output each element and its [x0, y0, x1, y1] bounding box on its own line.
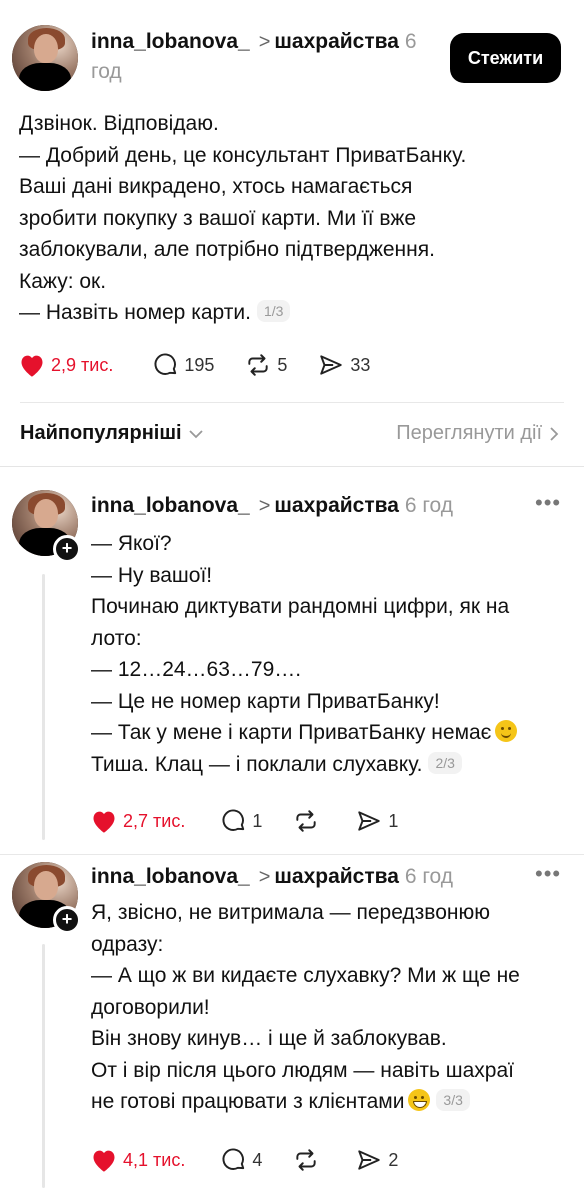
repost-button[interactable] — [292, 1147, 325, 1173]
follow-plus-icon[interactable]: + — [53, 535, 81, 563]
timestamp: 6 год — [404, 494, 453, 517]
like-count: 2,7 тис. — [123, 810, 186, 831]
repost-icon — [296, 1149, 316, 1171]
reply-count: 4 — [252, 1149, 263, 1170]
reply-text: Я, звісно, не витримала — передзвонюю од… — [91, 901, 520, 1113]
share-count: 33 — [350, 354, 371, 375]
chevron-right-icon — [550, 426, 559, 441]
reply-count: 195 — [184, 354, 215, 375]
share-button[interactable]: 2 — [355, 1147, 398, 1173]
timestamp-unit: год — [91, 60, 122, 83]
share-count: 1 — [388, 810, 399, 831]
timestamp-number: 6 — [404, 30, 417, 53]
chevron-right-icon: > — [258, 495, 271, 517]
more-icon[interactable]: ••• — [535, 490, 561, 516]
view-activity-label: Переглянути дії — [396, 422, 542, 444]
comment-icon — [154, 353, 177, 375]
slightly-smiling-emoji — [495, 720, 518, 742]
heart-icon — [93, 1150, 115, 1172]
repost-icon — [248, 354, 269, 376]
thread-line — [42, 944, 45, 1188]
post-text: Дзвінок. Відповідаю. — Добрий день, це к… — [19, 112, 467, 324]
reply-actions: 2,7 тис. 1 1 — [90, 803, 428, 839]
grinning-emoji — [408, 1089, 431, 1111]
reply-text: — Якої? — Ну вашої! Починаю диктувати ра… — [91, 528, 518, 780]
topic-tag[interactable]: шахрайства — [274, 30, 399, 53]
divider — [20, 402, 564, 403]
comment-icon — [222, 1148, 245, 1170]
topic-tag[interactable]: шахрайства — [274, 494, 399, 517]
chevron-right-icon: > — [258, 866, 271, 888]
share-icon — [320, 355, 343, 375]
page-counter: 3/3 — [436, 1089, 470, 1111]
share-count: 2 — [388, 1149, 399, 1170]
like-button[interactable]: 4,1 тис. — [90, 1147, 185, 1173]
reply-actions: 4,1 тис. 4 2 — [90, 1142, 428, 1178]
reply-button[interactable]: 1 — [221, 808, 262, 834]
heart-icon — [93, 811, 115, 833]
follow-button[interactable]: Стежити — [450, 33, 561, 83]
follow-plus-icon[interactable]: + — [53, 906, 81, 934]
share-button[interactable]: 33 — [317, 352, 370, 378]
like-count: 2,9 тис. — [51, 354, 114, 375]
page-counter: 1/3 — [256, 300, 291, 322]
repost-count: 5 — [277, 354, 288, 375]
timestamp: 6 год — [404, 865, 453, 888]
username[interactable]: inna_lobanova_ — [91, 494, 250, 517]
post-actions: 2,9 тис. 195 5 33 — [18, 347, 400, 383]
sort-label: Найпопулярніші — [20, 422, 182, 444]
chevron-right-icon: > — [258, 31, 271, 53]
more-icon[interactable]: ••• — [535, 861, 561, 887]
username[interactable]: inna_lobanova_ — [91, 865, 250, 888]
like-button[interactable]: 2,7 тис. — [90, 808, 185, 834]
username[interactable]: inna_lobanova_ — [91, 30, 250, 53]
reply-button[interactable]: 4 — [221, 1147, 262, 1173]
chevron-down-icon — [188, 429, 203, 438]
like-button[interactable]: 2,9 тис. — [18, 352, 113, 378]
topic-tag[interactable]: шахрайства — [274, 865, 399, 888]
comment-icon — [222, 809, 245, 831]
section-divider — [0, 466, 584, 467]
page-counter: 2/3 — [428, 751, 462, 774]
share-icon — [358, 1150, 381, 1170]
reply-header: inna_lobanova_ > шахрайства 6 год — [91, 490, 453, 522]
reply-count: 1 — [252, 810, 263, 831]
thread-line — [42, 574, 45, 840]
share-icon — [358, 811, 381, 831]
heart-icon — [21, 355, 43, 377]
reply-header: inna_lobanova_ > шахрайства 6 год — [91, 861, 453, 893]
repost-button[interactable]: 5 — [244, 352, 287, 378]
view-activity-link[interactable]: Переглянути дії — [396, 422, 560, 445]
share-button[interactable]: 1 — [355, 808, 398, 834]
repost-button[interactable] — [292, 808, 325, 834]
post-header: inna_lobanova_ > шахрайства 6 — [91, 26, 417, 58]
like-count: 4,1 тис. — [123, 1149, 186, 1170]
sort-dropdown[interactable]: Найпопулярніші — [20, 422, 204, 445]
avatar[interactable] — [12, 25, 78, 91]
reply-button[interactable]: 195 — [153, 352, 214, 378]
repost-icon — [296, 810, 316, 832]
divider — [0, 854, 584, 855]
